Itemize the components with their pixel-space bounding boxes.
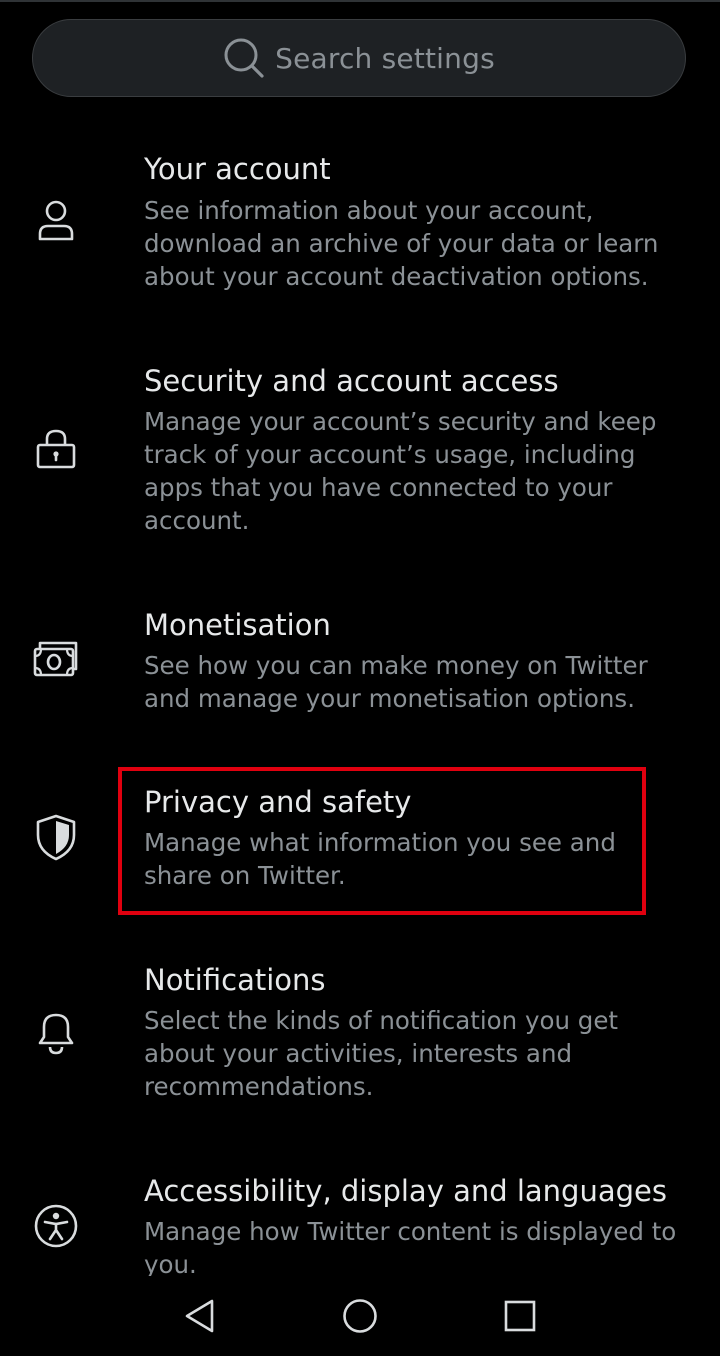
setting-title: Your account [144, 152, 331, 186]
bell-icon [30, 1006, 82, 1058]
setting-description: Select the kinds of notification you get… [144, 1006, 618, 1101]
setting-title: Monetisation [144, 608, 331, 642]
system-nav-bar [0, 1276, 720, 1356]
search-placeholder: Search settings [275, 41, 495, 75]
setting-title: Security and account access [144, 364, 559, 398]
setting-description: Manage your account’s security and keep … [144, 407, 657, 535]
lock-icon [30, 423, 82, 475]
money-icon [30, 633, 82, 685]
accessibility-icon [30, 1200, 82, 1252]
setting-title: Accessibility, display and languages [144, 1174, 667, 1208]
setting-item-notifications[interactable]: Notifications Select the kinds of notifi… [0, 950, 720, 1130]
setting-description: See how you can make money on Twitter an… [144, 651, 648, 713]
setting-description: Manage how Twitter content is displayed … [144, 1217, 677, 1276]
back-triangle-icon[interactable] [180, 1296, 220, 1336]
setting-title: Notifications [144, 963, 326, 997]
recents-square-icon[interactable] [500, 1296, 540, 1336]
setting-item-monetisation[interactable]: Monetisation See how you can make money … [0, 595, 720, 745]
setting-item-your-account[interactable]: Your account See information about your … [0, 140, 720, 330]
home-circle-icon[interactable] [340, 1296, 380, 1336]
shield-icon [30, 811, 82, 863]
setting-item-accessibility[interactable]: Accessibility, display and languages Man… [0, 1160, 720, 1276]
setting-item-security[interactable]: Security and account access Manage your … [0, 350, 720, 565]
highlight-box [118, 767, 646, 915]
person-icon [30, 194, 82, 246]
setting-description: See information about your account, down… [144, 196, 659, 291]
search-icon [223, 37, 265, 79]
status-divider [0, 0, 720, 2]
search-bar[interactable]: Search settings [32, 19, 686, 97]
